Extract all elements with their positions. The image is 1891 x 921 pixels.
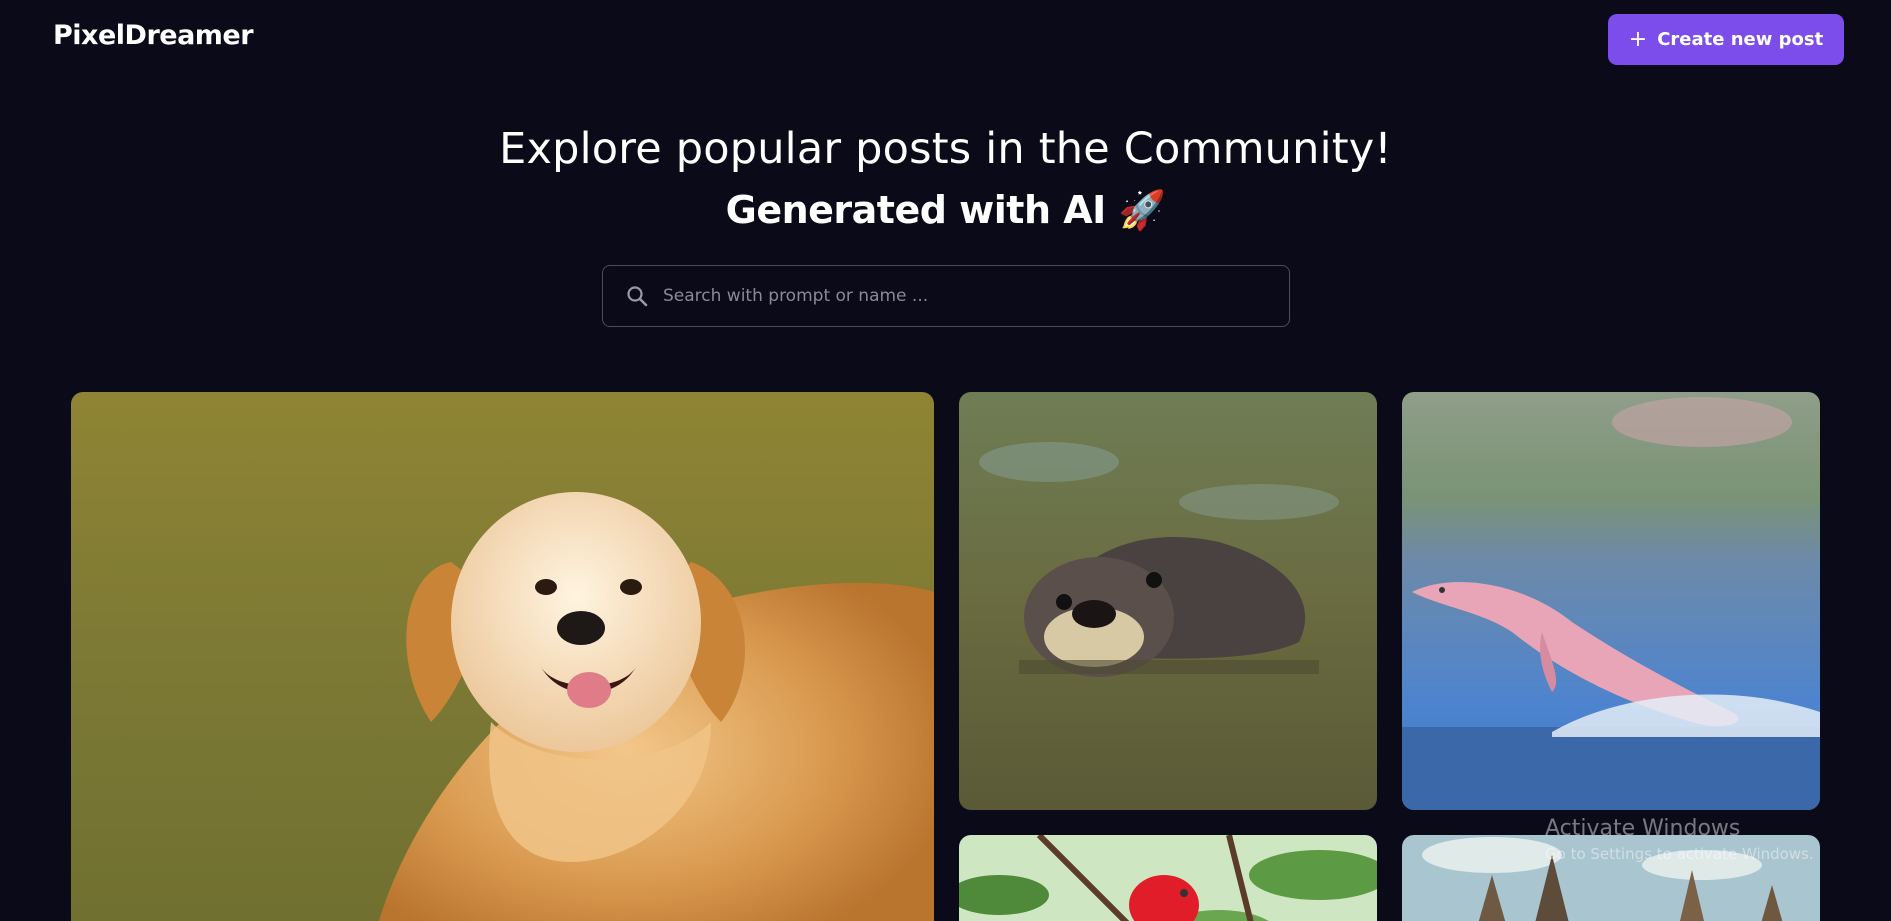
search-bar[interactable] (602, 265, 1290, 327)
post-image-dolphin (1402, 392, 1820, 810)
create-new-post-button[interactable]: + Create new post (1608, 14, 1844, 65)
post-image-castle (1402, 835, 1820, 921)
post-card-dolphin[interactable] (1402, 392, 1820, 810)
post-image-bird (959, 835, 1377, 921)
plus-icon: + (1628, 26, 1648, 52)
post-image-dog (71, 392, 934, 921)
post-card-otter[interactable] (959, 392, 1377, 810)
post-card-bird[interactable] (959, 835, 1377, 921)
post-card-castle[interactable] (1402, 835, 1820, 921)
post-image-otter (959, 392, 1377, 810)
page: PixelDreamer + Create new post Explore p… (0, 0, 1891, 921)
hero-subtitle: Generated with AI 🚀 (725, 188, 1166, 232)
search-input[interactable] (663, 266, 1289, 326)
search-icon (627, 286, 648, 307)
hero-title: Explore popular posts in the Community! (499, 124, 1392, 174)
post-card-dog[interactable] (71, 392, 934, 921)
create-new-post-label: Create new post (1657, 29, 1824, 50)
brand-logo[interactable]: PixelDreamer (53, 20, 254, 51)
